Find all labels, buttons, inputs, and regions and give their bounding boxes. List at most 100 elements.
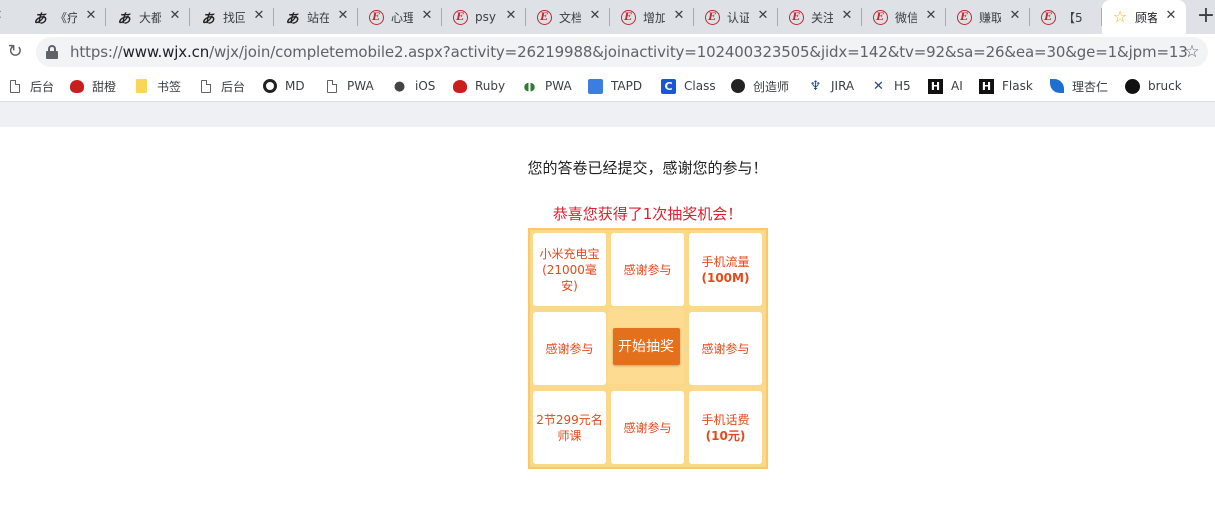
thanks-message: 您的答卷已经提交，感谢您的参与！ xyxy=(527,159,768,177)
bookmark-item[interactable]: H Flask xyxy=(979,77,1033,95)
prize-cell: 小米充电宝 (21000毫安) xyxy=(533,233,606,306)
close-icon[interactable]: ✕ xyxy=(756,9,770,23)
tab-title: 关注 xyxy=(811,10,833,25)
tab-9[interactable]: E 认证 ✕ xyxy=(694,0,778,34)
page-header-strip xyxy=(0,102,1215,127)
tab-title: 增加 xyxy=(643,10,665,25)
bookmark-item[interactable]: PWA xyxy=(324,77,374,95)
e-icon: E xyxy=(872,9,888,25)
tab-11[interactable]: E 微信 ✕ xyxy=(862,0,946,34)
tab-title: 大都 xyxy=(139,10,161,25)
bookmark-item[interactable]: 甜橙 xyxy=(69,77,116,95)
address-bar[interactable]: https://www.wjx.cn/wjx/join/completemobi… xyxy=(36,37,1208,67)
bookmark-item[interactable]: ● iOS xyxy=(392,77,436,95)
reload-icon[interactable]: ↻ xyxy=(4,41,26,63)
tab-4[interactable]: あ 站在 ✕ xyxy=(274,0,358,34)
ruby-icon xyxy=(452,79,467,94)
close-icon[interactable]: ✕ xyxy=(0,9,4,23)
bookmark-item[interactable]: Ruby xyxy=(452,77,505,95)
tab-title: 微信 xyxy=(895,10,917,25)
close-icon[interactable]: ✕ xyxy=(336,9,350,23)
close-icon[interactable]: ✕ xyxy=(168,9,182,23)
bookmark-item[interactable]: ◖◗ PWA xyxy=(522,77,572,95)
tab-active[interactable]: ☆ 顾客 ✕ xyxy=(1102,0,1186,34)
page-icon xyxy=(198,79,213,94)
page-content: 您的答卷已经提交，感谢您的参与！ 恭喜您获得了1次抽奖机会！ 小米充电宝 (210… xyxy=(0,127,1215,513)
tab-title: psy xyxy=(475,10,496,24)
tab-title: 认证 xyxy=(727,10,749,25)
tab-2[interactable]: あ 大都 ✕ xyxy=(106,0,190,34)
e-icon: E xyxy=(1040,9,1056,25)
start-lottery-button[interactable]: 开始抽奖 xyxy=(612,327,680,365)
page-icon xyxy=(7,79,22,94)
new-tab-button[interactable]: + xyxy=(1193,4,1215,30)
e-icon: E xyxy=(704,9,720,25)
bookmark-item[interactable]: H AI xyxy=(928,77,963,95)
pwa-icon: ◖◗ xyxy=(523,79,536,93)
tab-8[interactable]: E 增加 ✕ xyxy=(610,0,694,34)
tab-title: 顾客 xyxy=(1135,10,1157,25)
e-icon: E xyxy=(452,9,468,25)
prize-cell: 感谢参与 xyxy=(611,233,684,306)
browser-toolbar: ↻ https://www.wjx.cn/wjx/join/completemo… xyxy=(0,34,1215,70)
tab-13[interactable]: E 【5 xyxy=(1030,0,1102,34)
close-icon[interactable]: ✕ xyxy=(588,9,602,23)
tab-12[interactable]: E 赚取 ✕ xyxy=(946,0,1030,34)
tapd-icon xyxy=(588,78,603,94)
bookmark-item[interactable]: 后台 xyxy=(7,77,54,95)
tab-3[interactable]: あ 找回 ✕ xyxy=(190,0,274,34)
prize-cell: 感谢参与 xyxy=(533,312,606,385)
prize-cell: 感谢参与 xyxy=(689,312,762,385)
bookmark-item[interactable]: 书签 xyxy=(134,77,181,95)
tab-10[interactable]: E 关注 ✕ xyxy=(778,0,862,34)
folder-icon xyxy=(134,79,149,94)
prize-cell: 2节299元名 师课 xyxy=(533,391,606,464)
tab-title: 【5 xyxy=(1063,10,1083,25)
tab-7[interactable]: E 文档 ✕ xyxy=(526,0,610,34)
close-icon[interactable]: ✕ xyxy=(504,9,518,23)
creator-icon xyxy=(730,79,745,94)
close-icon[interactable]: ✕ xyxy=(840,9,854,23)
h-icon: H xyxy=(928,78,943,94)
class-icon: C xyxy=(661,78,676,94)
tab-6[interactable]: E psy ✕ xyxy=(442,0,526,34)
bookmark-item[interactable]: 理杏仁 xyxy=(1049,77,1108,95)
lottery-board: 小米充电宝 (21000毫安) 感谢参与 手机流量 (100M) 感谢参与 开始抽奖… xyxy=(528,228,768,469)
e-icon: E xyxy=(368,9,384,25)
github-icon xyxy=(1125,78,1140,94)
bookmark-star-icon[interactable]: ☆ xyxy=(1182,42,1202,62)
bookmark-item[interactable]: 后台 xyxy=(198,77,245,95)
close-icon[interactable]: ✕ xyxy=(1164,9,1178,23)
tab-0[interactable]: ✕ xyxy=(0,0,12,34)
close-icon[interactable]: ✕ xyxy=(1008,9,1022,23)
tab-title: 心理 xyxy=(391,10,413,25)
close-icon[interactable]: ✕ xyxy=(420,9,434,23)
prize-cell: 手机流量 (100M) xyxy=(689,233,762,306)
apple-icon: ● xyxy=(393,78,406,94)
center-cell: 开始抽奖 xyxy=(608,308,684,384)
close-icon[interactable]: ✕ xyxy=(84,9,98,23)
url-text: https://www.wjx.cn/wjx/join/completemobi… xyxy=(70,43,1188,61)
bookmark-item[interactable]: ✕ H5 xyxy=(871,77,911,95)
bookmark-item[interactable]: TAPD xyxy=(588,77,642,95)
tab-1[interactable]: あ 《疗 ✕ xyxy=(22,0,106,34)
tab-strip: ✕ あ 《疗 ✕ あ 大都 ✕ あ 找回 ✕ あ 站在 ✕ E 心理 ✕ E p… xyxy=(0,0,1215,34)
close-icon[interactable]: ✕ xyxy=(252,9,266,23)
tab-title: 文档 xyxy=(559,10,581,25)
star-icon: ☆ xyxy=(1112,7,1128,26)
lock-icon xyxy=(46,45,58,59)
close-icon[interactable]: ✕ xyxy=(924,9,938,23)
bookmarks-bar: 后台 甜橙 书签 后台 MD PWA ● iOS Ruby ◖◗ PWA TAPD … xyxy=(0,70,1215,102)
tab-5[interactable]: E 心理 ✕ xyxy=(358,0,442,34)
bookmark-item[interactable]: bruck xyxy=(1125,77,1182,95)
leaf-icon xyxy=(1049,79,1064,94)
bookmark-item[interactable]: C Class xyxy=(661,77,716,95)
close-icon[interactable]: ✕ xyxy=(672,9,686,23)
tab-title: 《疗 xyxy=(55,10,77,25)
h-icon: H xyxy=(979,78,994,94)
jira-icon: ♆ xyxy=(809,78,822,94)
e-icon: E xyxy=(536,9,552,25)
bookmark-item[interactable]: MD xyxy=(262,77,305,95)
bookmark-item[interactable]: 创造师 xyxy=(730,77,789,95)
bookmark-item[interactable]: ♆ JIRA xyxy=(808,77,854,95)
